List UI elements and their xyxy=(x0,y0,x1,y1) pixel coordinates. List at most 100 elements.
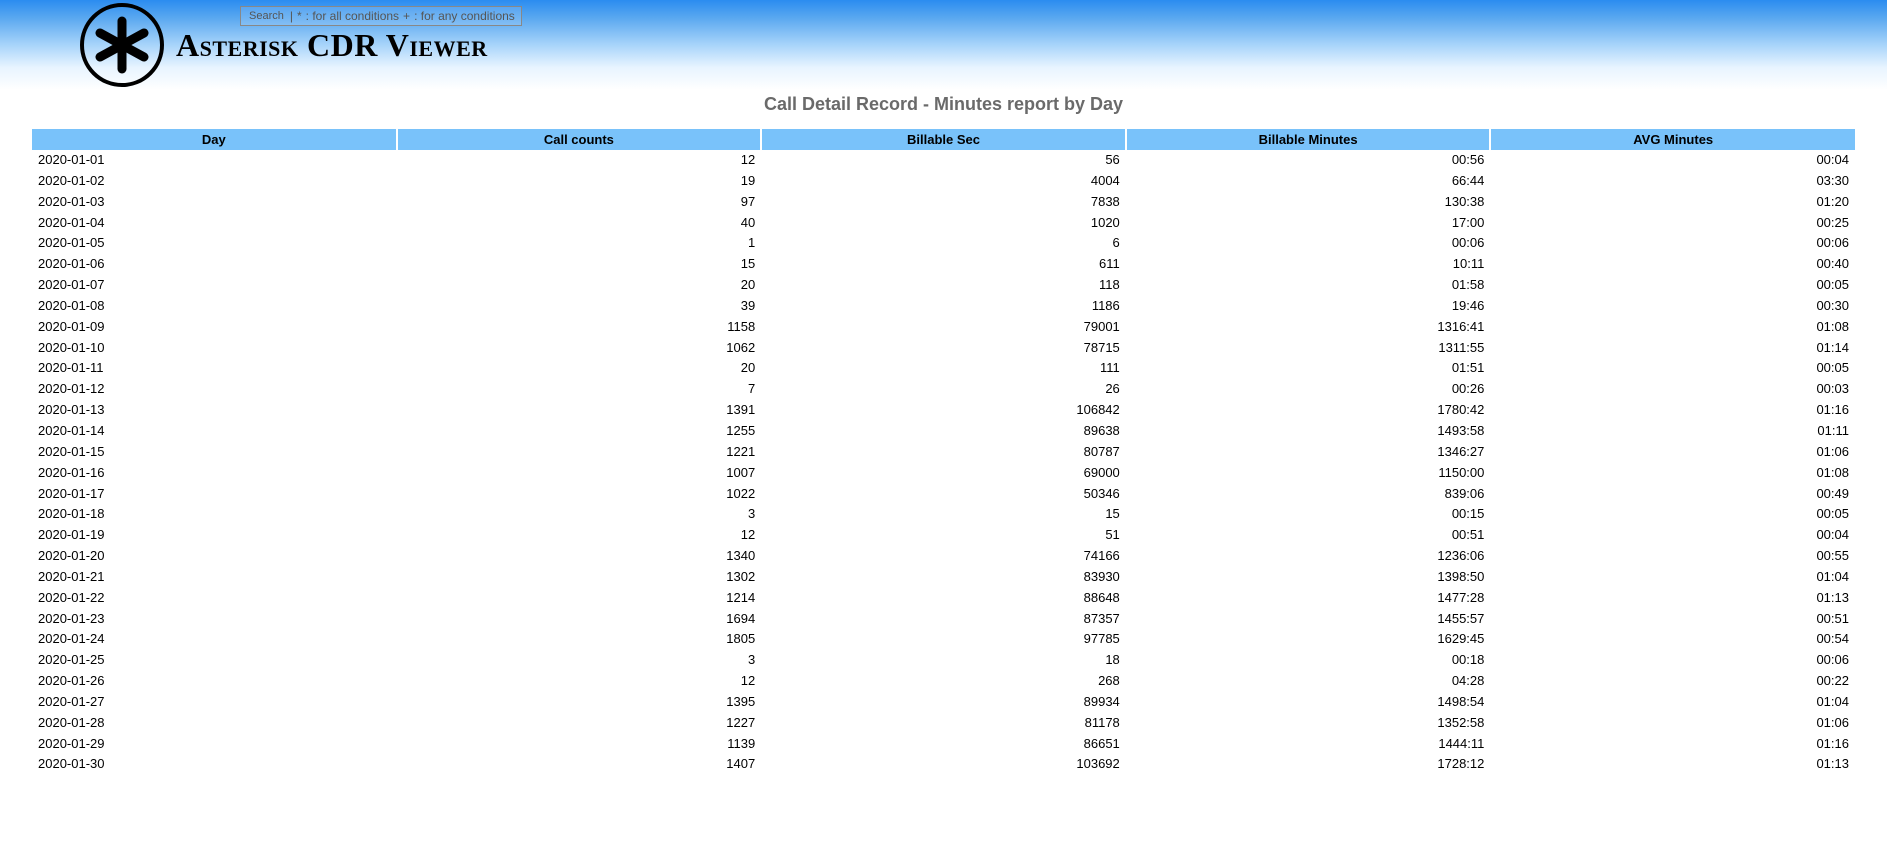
cell-billable-minutes: 19:46 xyxy=(1126,296,1491,317)
cell-day: 2020-01-23 xyxy=(32,609,397,630)
table-row: 2020-01-051600:0600:06 xyxy=(32,233,1855,254)
cell-call-counts: 19 xyxy=(397,171,762,192)
cell-billable-sec: 26 xyxy=(761,379,1126,400)
header-banner: Search | * : for all conditions + : for … xyxy=(0,0,1887,90)
cell-avg-minutes: 00:04 xyxy=(1490,525,1855,546)
cell-billable-sec: 50346 xyxy=(761,484,1126,505)
cell-avg-minutes: 01:16 xyxy=(1490,734,1855,755)
search-button-label[interactable]: Search xyxy=(247,10,286,22)
cell-avg-minutes: 00:22 xyxy=(1490,671,1855,692)
cell-avg-minutes: 01:16 xyxy=(1490,400,1855,421)
cell-avg-minutes: 00:04 xyxy=(1490,150,1855,171)
table-row: 2020-01-3014071036921728:1201:13 xyxy=(32,754,1855,775)
cell-avg-minutes: 00:51 xyxy=(1490,609,1855,630)
table-header-row: Day Call counts Billable Sec Billable Mi… xyxy=(32,129,1855,150)
cell-billable-minutes: 01:51 xyxy=(1126,358,1491,379)
cell-billable-minutes: 04:28 xyxy=(1126,671,1491,692)
table-row: 2020-01-17102250346839:0600:49 xyxy=(32,484,1855,505)
cell-day: 2020-01-26 xyxy=(32,671,397,692)
cell-call-counts: 3 xyxy=(397,650,762,671)
cell-call-counts: 12 xyxy=(397,671,762,692)
cell-billable-sec: 88648 xyxy=(761,588,1126,609)
cell-day: 2020-01-22 xyxy=(32,588,397,609)
cell-billable-sec: 7838 xyxy=(761,192,1126,213)
cell-billable-sec: 86651 xyxy=(761,734,1126,755)
cell-avg-minutes: 00:30 xyxy=(1490,296,1855,317)
table-row: 2020-01-161007690001150:0001:08 xyxy=(32,463,1855,484)
table-row: 2020-01-151221807871346:2701:06 xyxy=(32,442,1855,463)
col-header-calls[interactable]: Call counts xyxy=(397,129,762,150)
table-row: 2020-01-1272600:2600:03 xyxy=(32,379,1855,400)
cell-day: 2020-01-02 xyxy=(32,171,397,192)
cell-call-counts: 20 xyxy=(397,358,762,379)
cell-call-counts: 1391 xyxy=(397,400,762,421)
cell-billable-minutes: 00:18 xyxy=(1126,650,1491,671)
cell-call-counts: 3 xyxy=(397,504,762,525)
table-row: 2020-01-112011101:5100:05 xyxy=(32,358,1855,379)
cell-day: 2020-01-09 xyxy=(32,317,397,338)
table-row: 2020-01-261226804:2800:22 xyxy=(32,671,1855,692)
table-row: 2020-01-061561110:1100:40 xyxy=(32,254,1855,275)
cell-day: 2020-01-21 xyxy=(32,567,397,588)
cell-day: 2020-01-24 xyxy=(32,629,397,650)
table-row: 2020-01-091158790011316:4101:08 xyxy=(32,317,1855,338)
cell-call-counts: 1158 xyxy=(397,317,762,338)
cell-avg-minutes: 01:11 xyxy=(1490,421,1855,442)
col-header-avg[interactable]: AVG Minutes xyxy=(1490,129,1855,150)
cell-billable-sec: 111 xyxy=(761,358,1126,379)
report-title: Call Detail Record - Minutes report by D… xyxy=(0,94,1887,115)
table-row: 2020-01-271395899341498:5401:04 xyxy=(32,692,1855,713)
cell-avg-minutes: 00:06 xyxy=(1490,650,1855,671)
cell-avg-minutes: 00:05 xyxy=(1490,358,1855,379)
cell-billable-minutes: 1629:45 xyxy=(1126,629,1491,650)
cell-billable-sec: 74166 xyxy=(761,546,1126,567)
cell-day: 2020-01-06 xyxy=(32,254,397,275)
table-row: 2020-01-03977838130:3801:20 xyxy=(32,192,1855,213)
cell-billable-minutes: 1236:06 xyxy=(1126,546,1491,567)
cell-billable-sec: 18 xyxy=(761,650,1126,671)
table-row: 2020-01-141255896381493:5801:11 xyxy=(32,421,1855,442)
cell-billable-sec: 268 xyxy=(761,671,1126,692)
table-row: 2020-01-101062787151311:5501:14 xyxy=(32,338,1855,359)
cell-call-counts: 1255 xyxy=(397,421,762,442)
cell-call-counts: 1221 xyxy=(397,442,762,463)
cell-billable-sec: 118 xyxy=(761,275,1126,296)
cell-billable-sec: 611 xyxy=(761,254,1126,275)
cell-avg-minutes: 00:05 xyxy=(1490,275,1855,296)
table-row: 2020-01-19125100:5100:04 xyxy=(32,525,1855,546)
cell-avg-minutes: 01:14 xyxy=(1490,338,1855,359)
report-table-wrap: Day Call counts Billable Sec Billable Mi… xyxy=(0,129,1887,795)
cell-billable-sec: 4004 xyxy=(761,171,1126,192)
cell-billable-minutes: 00:06 xyxy=(1126,233,1491,254)
cell-billable-sec: 87357 xyxy=(761,609,1126,630)
table-row: 2020-01-291139866511444:1101:16 xyxy=(32,734,1855,755)
cell-avg-minutes: 01:13 xyxy=(1490,754,1855,775)
cell-day: 2020-01-19 xyxy=(32,525,397,546)
cell-day: 2020-01-20 xyxy=(32,546,397,567)
cell-billable-minutes: 00:15 xyxy=(1126,504,1491,525)
cell-billable-sec: 1020 xyxy=(761,213,1126,234)
cell-call-counts: 1214 xyxy=(397,588,762,609)
cell-avg-minutes: 00:55 xyxy=(1490,546,1855,567)
cell-call-counts: 20 xyxy=(397,275,762,296)
cell-call-counts: 1407 xyxy=(397,754,762,775)
cell-avg-minutes: 01:08 xyxy=(1490,317,1855,338)
col-header-day[interactable]: Day xyxy=(32,129,397,150)
asterisk-logo-icon xyxy=(80,3,164,87)
table-row: 2020-01-231694873571455:5700:51 xyxy=(32,609,1855,630)
cell-billable-minutes: 17:00 xyxy=(1126,213,1491,234)
cell-billable-minutes: 1444:11 xyxy=(1126,734,1491,755)
cell-billable-minutes: 1311:55 xyxy=(1126,338,1491,359)
cell-avg-minutes: 00:03 xyxy=(1490,379,1855,400)
cell-billable-minutes: 1477:28 xyxy=(1126,588,1491,609)
col-header-min[interactable]: Billable Minutes xyxy=(1126,129,1491,150)
cell-call-counts: 1022 xyxy=(397,484,762,505)
cell-billable-minutes: 1150:00 xyxy=(1126,463,1491,484)
cell-billable-sec: 97785 xyxy=(761,629,1126,650)
cell-day: 2020-01-01 xyxy=(32,150,397,171)
cell-day: 2020-01-12 xyxy=(32,379,397,400)
cell-day: 2020-01-18 xyxy=(32,504,397,525)
cell-avg-minutes: 01:06 xyxy=(1490,442,1855,463)
col-header-sec[interactable]: Billable Sec xyxy=(761,129,1126,150)
page-title: Asterisk CDR Viewer xyxy=(176,27,488,64)
